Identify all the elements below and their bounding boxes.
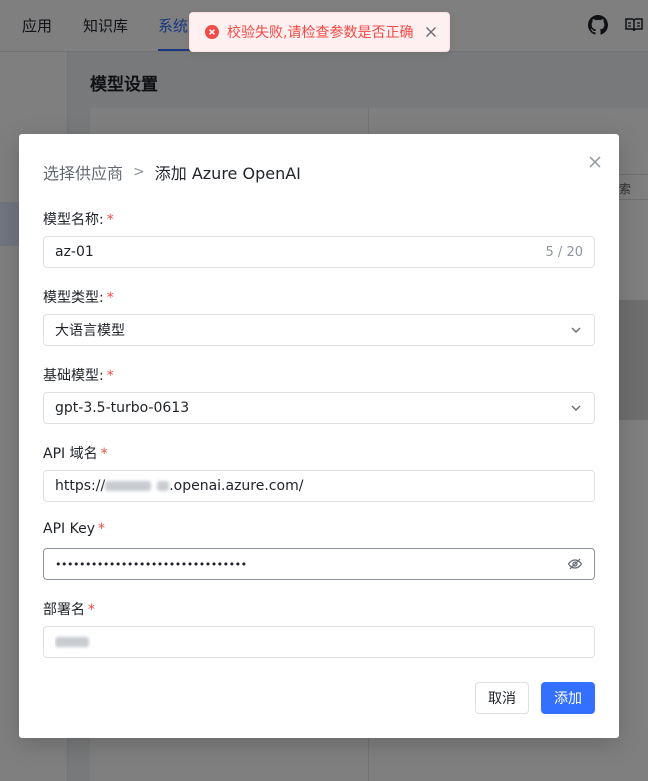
eye-hidden-icon[interactable]: [567, 556, 583, 572]
api-domain-label: API 域名 *: [43, 446, 108, 462]
model-name-label: 模型名称: *: [43, 212, 114, 228]
required-mark: *: [97, 521, 105, 537]
error-toast: 校验失败,请检查参数是否正确: [189, 12, 450, 52]
close-icon[interactable]: [585, 152, 605, 172]
api-key-label: API Key *: [43, 521, 105, 537]
breadcrumb-current: 添加 Azure OpenAI: [154, 164, 301, 183]
add-button[interactable]: 添加: [541, 682, 595, 714]
model-name-value: az-01: [55, 244, 94, 260]
cancel-button[interactable]: 取消: [475, 682, 529, 714]
model-type-select[interactable]: 大语言模型: [43, 314, 595, 346]
breadcrumb-select-provider[interactable]: 选择供应商: [43, 160, 123, 184]
model-type-label: 模型类型: *: [43, 290, 114, 306]
close-icon[interactable]: [425, 26, 437, 38]
model-name-input[interactable]: az-01 5 / 20: [43, 236, 595, 268]
deployment-name-label: 部署名 *: [43, 602, 95, 618]
required-mark: *: [100, 446, 108, 462]
model-type-value: 大语言模型: [55, 323, 125, 339]
api-domain-input[interactable]: https://.openai.azure.com/: [43, 470, 595, 502]
base-model-value: gpt-3.5-turbo-0613: [55, 400, 190, 416]
breadcrumb-separator: >: [133, 164, 145, 180]
dialog-breadcrumb: 选择供应商 > 添加 Azure OpenAI: [43, 160, 301, 184]
required-mark: *: [88, 602, 95, 618]
redacted-text: [105, 481, 152, 491]
required-mark: *: [106, 290, 114, 306]
deployment-name-input[interactable]: [43, 626, 595, 658]
required-mark: *: [106, 368, 114, 384]
deployment-name-value: [55, 634, 583, 650]
chevron-down-icon: [571, 405, 581, 411]
add-model-dialog: 选择供应商 > 添加 Azure OpenAI 模型名称: * az-01 5 /…: [19, 134, 619, 738]
chevron-down-icon: [571, 327, 581, 333]
api-domain-value: https://.openai.azure.com/: [55, 478, 304, 494]
char-counter: 5 / 20: [545, 244, 583, 260]
error-circle-icon: [205, 25, 219, 39]
api-key-input[interactable]: ••••••••••••••••••••••••••••••••: [43, 548, 595, 580]
api-key-value: ••••••••••••••••••••••••••••••••: [55, 557, 247, 571]
base-model-select[interactable]: gpt-3.5-turbo-0613: [43, 392, 595, 424]
redacted-text: [157, 481, 170, 491]
required-mark: *: [106, 212, 114, 228]
toast-message: 校验失败,请检查参数是否正确: [227, 25, 414, 41]
redacted-text: [55, 637, 89, 647]
base-model-label: 基础模型: *: [43, 368, 114, 384]
